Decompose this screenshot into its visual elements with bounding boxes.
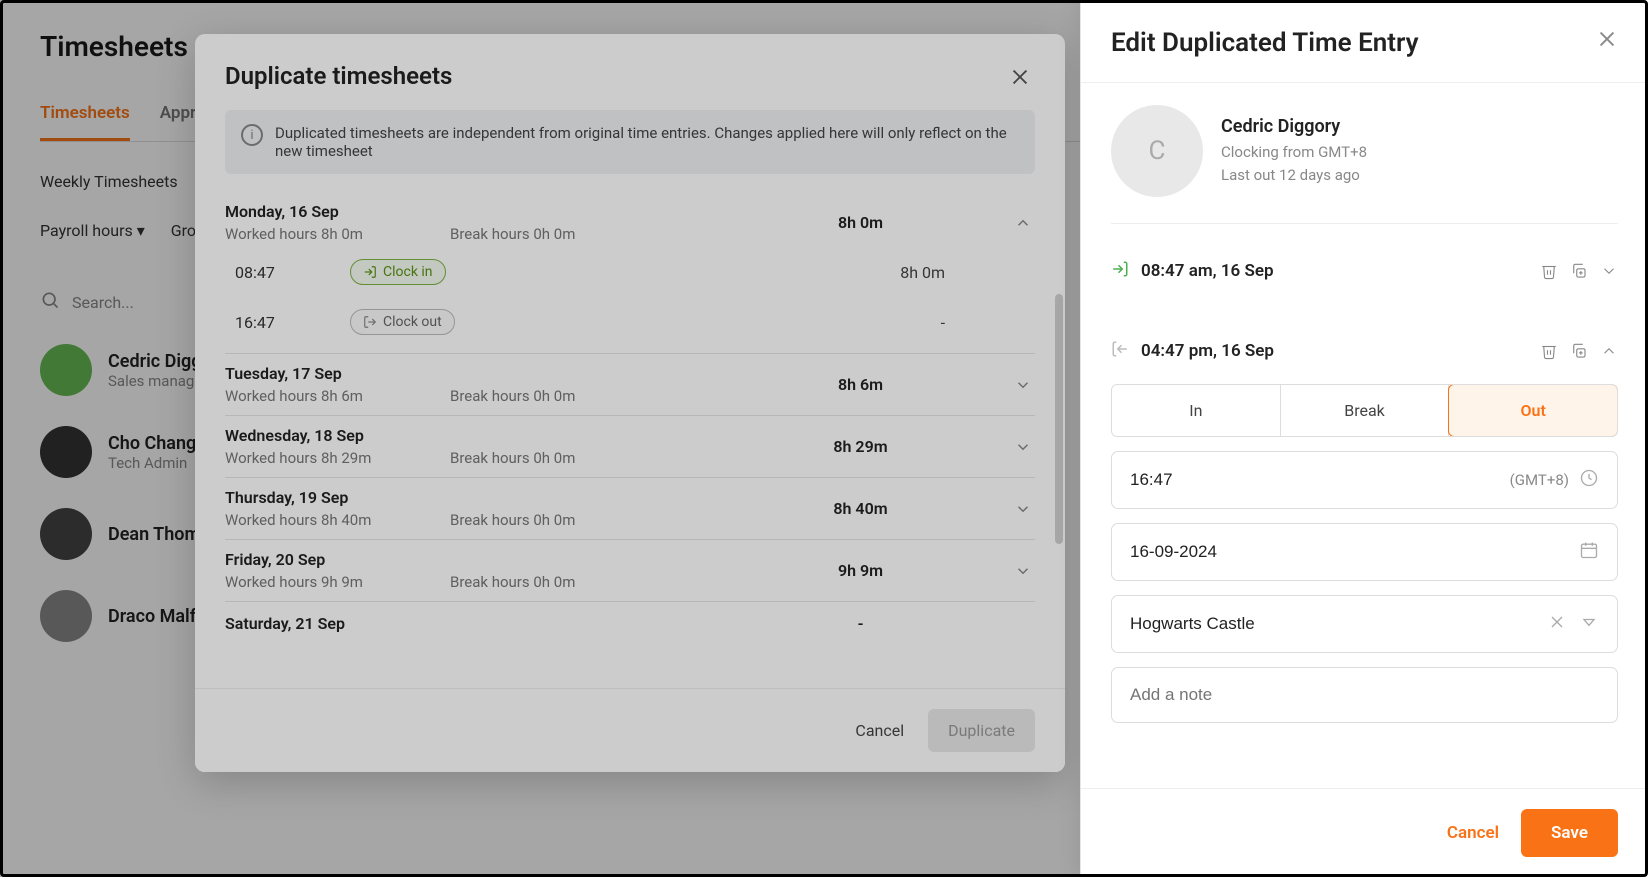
clock-in-badge: Clock in bbox=[350, 259, 446, 285]
tz-suffix: (GMT+8) bbox=[1510, 471, 1569, 489]
day-total: 8h 29m bbox=[710, 437, 1011, 456]
duplicate-icon[interactable] bbox=[1570, 342, 1588, 360]
clock-out-row[interactable]: 04:47 pm, 16 Sep bbox=[1111, 326, 1618, 376]
chevron-down-icon[interactable] bbox=[1579, 612, 1599, 636]
duplicate-icon[interactable] bbox=[1570, 262, 1588, 280]
day-block: Friday, 20 Sep Worked hours 9h 9m Break … bbox=[225, 540, 1035, 602]
entry-out-label: 04:47 pm, 16 Sep bbox=[1141, 341, 1528, 361]
entry-time: 16:47 bbox=[235, 313, 350, 332]
day-break: Break hours 0h 0m bbox=[450, 573, 710, 591]
chevron-down-icon bbox=[1011, 562, 1035, 580]
delete-icon[interactable] bbox=[1540, 342, 1558, 360]
day-block: Wednesday, 18 Sep Worked hours 8h 29m Br… bbox=[225, 416, 1035, 478]
calendar-icon bbox=[1579, 540, 1599, 564]
close-icon[interactable] bbox=[1005, 62, 1035, 92]
day-worked: Worked hours 9h 9m bbox=[225, 573, 450, 591]
duplicate-button[interactable]: Duplicate bbox=[928, 709, 1035, 752]
day-date: Thursday, 19 Sep bbox=[225, 488, 450, 507]
day-date: Wednesday, 18 Sep bbox=[225, 426, 450, 445]
entry-in-label: 08:47 am, 16 Sep bbox=[1141, 261, 1528, 281]
day-date: Monday, 16 Sep bbox=[225, 202, 450, 221]
day-total: 9h 9m bbox=[710, 561, 1011, 580]
day-total: 8h 6m bbox=[710, 375, 1011, 394]
day-break: Break hours 0h 0m bbox=[450, 511, 710, 529]
day-total: 8h 40m bbox=[710, 499, 1011, 518]
delete-icon[interactable] bbox=[1540, 262, 1558, 280]
day-worked: Worked hours 8h 29m bbox=[225, 449, 450, 467]
day-break: Break hours 0h 0m bbox=[450, 449, 710, 467]
note-input[interactable] bbox=[1130, 685, 1599, 705]
profile-name: Cedric Diggory bbox=[1221, 116, 1367, 137]
cancel-button[interactable]: Cancel bbox=[1447, 823, 1499, 843]
location-input[interactable] bbox=[1130, 614, 1547, 634]
day-total: - bbox=[710, 614, 1011, 633]
arrow-in-icon bbox=[1111, 260, 1129, 282]
clock-in-row[interactable]: 08:47 am, 16 Sep bbox=[1111, 246, 1618, 296]
day-block: Thursday, 19 Sep Worked hours 8h 40m Bre… bbox=[225, 478, 1035, 540]
day-worked: Worked hours 8h 40m bbox=[225, 511, 450, 529]
scrollbar[interactable] bbox=[1055, 294, 1063, 544]
clear-icon[interactable] bbox=[1547, 612, 1567, 636]
info-icon: i bbox=[241, 124, 263, 146]
seg-break[interactable]: Break bbox=[1281, 385, 1450, 436]
close-icon[interactable] bbox=[1596, 28, 1618, 54]
modal-body: Monday, 16 Sep Worked hours 8h 0m Break … bbox=[195, 174, 1065, 688]
clock-type-segmented: In Break Out bbox=[1111, 384, 1618, 437]
day-header[interactable]: Friday, 20 Sep Worked hours 9h 9m Break … bbox=[225, 550, 1035, 591]
date-field[interactable] bbox=[1111, 523, 1618, 581]
entry-time: 08:47 bbox=[235, 263, 350, 282]
profile-block: C Cedric Diggory Clocking from GMT+8 Las… bbox=[1111, 105, 1618, 224]
chevron-down-icon bbox=[1011, 500, 1035, 518]
day-block: Saturday, 21 Sep - bbox=[225, 602, 1035, 644]
panel-title: Edit Duplicated Time Entry bbox=[1111, 28, 1419, 58]
day-block: Tuesday, 17 Sep Worked hours 8h 6m Break… bbox=[225, 354, 1035, 416]
day-date: Friday, 20 Sep bbox=[225, 550, 450, 569]
arrow-out-icon bbox=[1111, 340, 1129, 362]
chevron-down-icon bbox=[1011, 376, 1035, 394]
date-input[interactable] bbox=[1130, 542, 1579, 562]
clock-icon bbox=[1579, 468, 1599, 492]
profile-last-out: Last out 12 days ago bbox=[1221, 164, 1367, 187]
location-field[interactable] bbox=[1111, 595, 1618, 653]
info-text: Duplicated timesheets are independent fr… bbox=[275, 124, 1019, 160]
seg-in[interactable]: In bbox=[1112, 385, 1281, 436]
day-break: Break hours 0h 0m bbox=[450, 387, 710, 405]
day-worked: Worked hours 8h 6m bbox=[225, 387, 450, 405]
day-total: 8h 0m bbox=[710, 213, 1011, 232]
avatar: C bbox=[1111, 105, 1203, 197]
edit-time-entry-panel: Edit Duplicated Time Entry C Cedric Digg… bbox=[1080, 0, 1648, 877]
time-field[interactable]: (GMT+8) bbox=[1111, 451, 1618, 509]
note-field[interactable] bbox=[1111, 667, 1618, 723]
entry-duration: 8h 0m bbox=[900, 263, 945, 282]
profile-timezone: Clocking from GMT+8 bbox=[1221, 141, 1367, 164]
day-header[interactable]: Monday, 16 Sep Worked hours 8h 0m Break … bbox=[225, 202, 1035, 243]
chevron-down-icon bbox=[1011, 438, 1035, 456]
day-header[interactable]: Wednesday, 18 Sep Worked hours 8h 29m Br… bbox=[225, 426, 1035, 467]
clock-out-badge: Clock out bbox=[350, 309, 455, 335]
day-header[interactable]: Tuesday, 17 Sep Worked hours 8h 6m Break… bbox=[225, 364, 1035, 405]
day-block: Monday, 16 Sep Worked hours 8h 0m Break … bbox=[225, 192, 1035, 354]
chevron-up-icon[interactable] bbox=[1600, 342, 1618, 360]
day-header[interactable]: Saturday, 21 Sep - bbox=[225, 612, 1035, 634]
seg-out[interactable]: Out bbox=[1448, 384, 1618, 437]
time-entry-row[interactable]: 16:47 Clock out - bbox=[225, 293, 1035, 343]
chevron-up-icon bbox=[1011, 214, 1035, 232]
modal-title: Duplicate timesheets bbox=[225, 62, 452, 90]
time-input[interactable] bbox=[1130, 470, 1510, 490]
day-header[interactable]: Thursday, 19 Sep Worked hours 8h 40m Bre… bbox=[225, 488, 1035, 529]
panel-footer: Cancel Save bbox=[1081, 788, 1648, 877]
save-button[interactable]: Save bbox=[1521, 809, 1618, 857]
chevron-down-icon[interactable] bbox=[1600, 262, 1618, 280]
time-entry-row[interactable]: 08:47 Clock in 8h 0m bbox=[225, 243, 1035, 293]
duplicate-timesheets-modal: Duplicate timesheets i Duplicated timesh… bbox=[195, 34, 1065, 772]
info-banner: i Duplicated timesheets are independent … bbox=[225, 110, 1035, 174]
modal-footer: Cancel Duplicate bbox=[195, 688, 1065, 772]
day-date: Saturday, 21 Sep bbox=[225, 614, 450, 633]
day-date: Tuesday, 17 Sep bbox=[225, 364, 450, 383]
entry-duration: - bbox=[941, 313, 945, 332]
day-worked: Worked hours 8h 0m bbox=[225, 225, 450, 243]
day-break: Break hours 0h 0m bbox=[450, 225, 710, 243]
cancel-button[interactable]: Cancel bbox=[855, 721, 904, 740]
